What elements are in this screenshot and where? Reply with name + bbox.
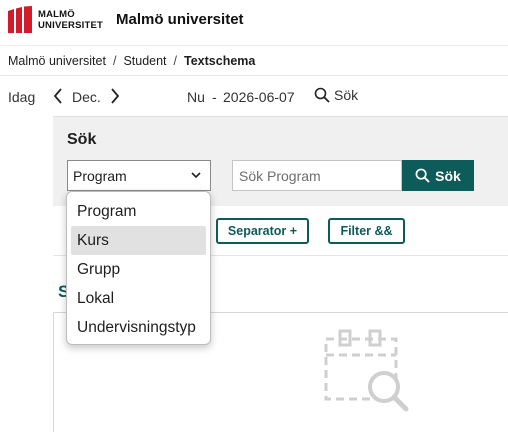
calendar-search-icon — [324, 329, 409, 412]
today-button[interactable]: Idag — [8, 89, 35, 105]
date-search-button[interactable]: Sök — [314, 87, 358, 103]
logo-line-2: UNIVERSITET — [38, 20, 104, 31]
breadcrumb-separator: / — [173, 53, 178, 68]
dropdown-option-program[interactable]: Program — [67, 197, 210, 226]
dropdown-option-grupp[interactable]: Grupp — [67, 255, 210, 284]
search-title: Sök — [67, 131, 97, 148]
logo-wordmark: MALMÖ UNIVERSITET — [38, 9, 103, 31]
breadcrumb: Malmö universitet / Student / Textschema — [0, 46, 508, 76]
site-name[interactable]: Malmö universitet — [116, 11, 244, 28]
breadcrumb-item-university[interactable]: Malmö universitet — [8, 54, 106, 68]
dropdown-option-kurs[interactable]: Kurs — [71, 226, 206, 255]
now-button[interactable]: Nu — [187, 89, 205, 105]
breadcrumb-item-current: Textschema — [184, 53, 256, 68]
dropdown-option-lokal[interactable]: Lokal — [67, 284, 210, 313]
university-logo[interactable]: MALMÖ UNIVERSITET — [7, 6, 103, 34]
search-button-label: Sök — [435, 167, 461, 184]
chevron-right-icon[interactable] — [109, 87, 121, 109]
chevron-left-icon[interactable] — [52, 87, 64, 109]
logo-mark-icon — [8, 6, 32, 33]
date-range-dash: - — [212, 89, 217, 105]
search-type-value: Program — [73, 167, 127, 184]
search-icon — [415, 168, 430, 183]
filter-button[interactable]: Filter && — [328, 218, 405, 244]
separator-button[interactable]: Separator + — [216, 218, 309, 244]
date-search-label: Sök — [334, 87, 359, 103]
chevron-down-icon — [191, 172, 201, 179]
search-button[interactable]: Sök — [402, 160, 474, 191]
breadcrumb-separator: / — [112, 53, 117, 68]
dropdown-option-undervisningstyp[interactable]: Undervisningstyp — [67, 313, 210, 342]
date-picker[interactable]: 2026-06-07 — [223, 89, 295, 105]
search-input[interactable] — [232, 160, 402, 191]
breadcrumb-item-student[interactable]: Student — [123, 54, 166, 68]
search-icon — [314, 87, 330, 103]
logo-line-1: MALMÖ — [38, 9, 75, 20]
month-label: Dec. — [72, 89, 101, 105]
search-type-select[interactable]: Program — [67, 160, 211, 191]
search-type-dropdown: Program Kurs Grupp Lokal Undervisningsty… — [66, 191, 211, 345]
top-bar: MALMÖ UNIVERSITET Malmö universitet — [0, 0, 508, 46]
date-navigation: Idag Dec. Nu - 2026-06-07 Sök — [0, 78, 508, 116]
left-gutter — [0, 116, 53, 432]
